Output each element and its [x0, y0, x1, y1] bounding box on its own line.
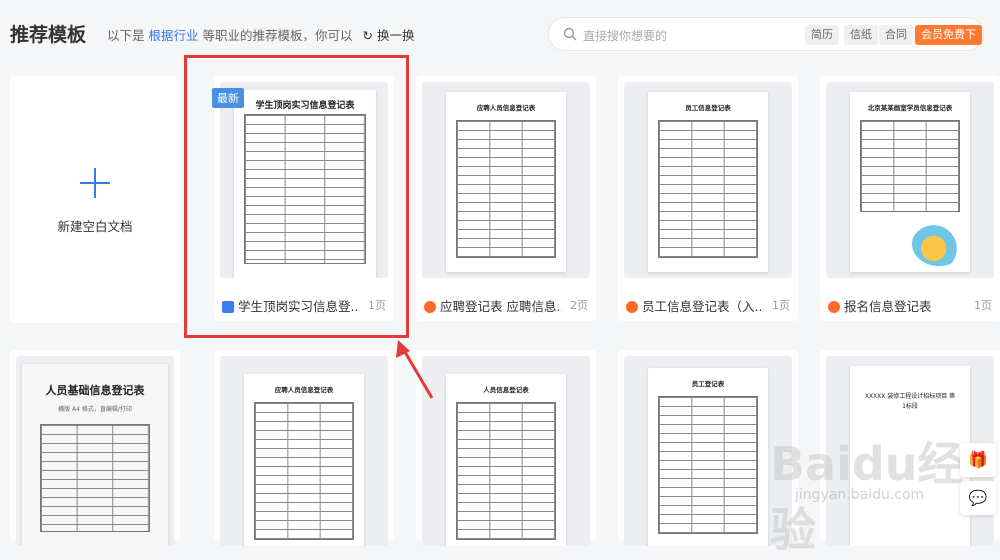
thumb-title: 应聘人员信息登记表 — [476, 104, 536, 112]
chip-letter[interactable]: 信纸 — [844, 25, 878, 45]
thumb-title: 人员基础信息登记表 — [45, 384, 145, 397]
search-input[interactable]: 直接搜你想要的 简历 信纸 合同 会员免费下 — [548, 17, 984, 51]
search-icon — [563, 27, 577, 41]
template-card[interactable]: 应聘人员信息登记表 应聘登记表 应聘信息... 2页 — [416, 76, 596, 321]
page-count: 1页 — [772, 299, 790, 312]
template-thumbnail[interactable]: 人员基础信息登记表 横版 A4 格式，直编辑/打印 — [16, 356, 174, 546]
template-thumbnail[interactable]: 应聘人员信息登记表 — [422, 82, 590, 278]
docer-icon — [626, 301, 638, 313]
template-thumbnail[interactable]: 人员信息登记表 — [422, 356, 590, 546]
docer-icon — [424, 301, 436, 313]
template-name[interactable]: 报名信息登记表 — [828, 296, 992, 315]
docer-icon — [828, 301, 840, 313]
chat-button[interactable]: 💬 — [960, 481, 996, 515]
search-placeholder: 直接搜你想要的 — [583, 29, 668, 43]
refresh-icon: ↻ — [362, 28, 373, 43]
chat-icon: 💬 — [968, 489, 988, 507]
template-card[interactable]: 人员信息登记表 — [416, 350, 596, 546]
thumb-title: 人员信息登记表 — [483, 386, 529, 394]
page-title: 推荐模板 — [10, 24, 87, 46]
template-thumbnail[interactable]: 员工信息登记表 — [624, 82, 792, 278]
page-count: 1页 — [974, 299, 992, 312]
top-bar: 推荐模板 以下是 根据行业 等职业的推荐模板，你可以 ↻ 换一换 直接搜你想要的… — [0, 0, 1000, 66]
chip-vip-free[interactable]: 会员免费下 — [915, 25, 982, 45]
thumb-title: 应聘人员信息登记表 — [274, 386, 334, 394]
chip-contract[interactable]: 合同 — [879, 25, 913, 45]
thumb-title: 员工信息登记表 — [685, 104, 731, 112]
template-card[interactable]: 应聘人员信息登记表 — [214, 350, 394, 546]
chip-resume[interactable]: 简历 — [805, 25, 839, 45]
thumb-title: XXXXX 装修工程设计招标项目 第1标段 — [864, 393, 956, 410]
gift-button[interactable]: 🎁 — [960, 443, 996, 477]
template-card[interactable]: 人员基础信息登记表 横版 A4 格式，直编辑/打印 — [10, 350, 180, 546]
plus-icon — [80, 168, 110, 198]
template-name[interactable]: 员工信息登记表（入... — [626, 296, 790, 315]
new-blank-document[interactable]: 新建空白文档 — [10, 76, 180, 323]
swap-button[interactable]: ↻ 换一换 — [363, 28, 415, 43]
template-thumbnail[interactable]: 员工登记表 — [624, 356, 792, 546]
paint-brushes-illustration — [912, 222, 966, 266]
watermark-url: jingyan.baidu.com — [795, 487, 925, 503]
template-card[interactable]: 员工信息登记表 员工信息登记表（入... 1页 — [618, 76, 798, 321]
template-thumbnail[interactable]: 北京某某画室学员信息登记表 — [826, 82, 994, 278]
gift-icon: 🎁 — [968, 450, 988, 469]
industry-link[interactable]: 根据行业 — [149, 28, 199, 43]
thumb-title: 北京某某画室学员信息登记表 — [867, 104, 953, 112]
new-doc-label: 新建空白文档 — [57, 219, 133, 234]
recommend-subtitle: 以下是 根据行业 等职业的推荐模板，你可以 ↻ 换一换 — [107, 28, 415, 43]
template-thumbnail[interactable]: 应聘人员信息登记表 — [220, 356, 388, 546]
highlight-box — [184, 55, 409, 338]
template-name[interactable]: 应聘登记表 应聘信息... — [424, 296, 588, 315]
thumb-title: 员工登记表 — [691, 380, 725, 388]
thumb-subtitle: 横版 A4 格式，直编辑/打印 — [58, 406, 132, 413]
page-count: 2页 — [570, 299, 588, 312]
template-card[interactable]: 北京某某画室学员信息登记表 报名信息登记表 1页 — [820, 76, 1000, 321]
